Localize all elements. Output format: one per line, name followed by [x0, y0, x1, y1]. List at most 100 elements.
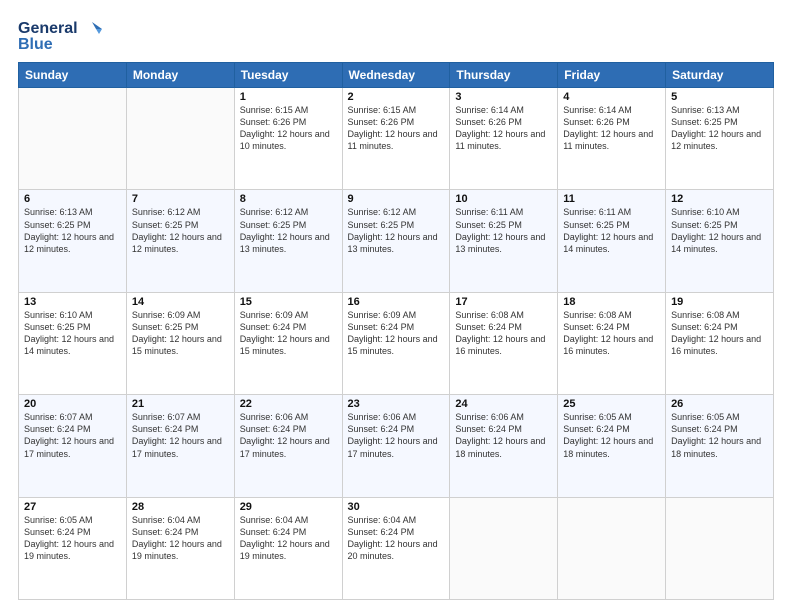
day-info: Sunrise: 6:09 AM Sunset: 6:24 PM Dayligh…: [348, 309, 445, 358]
day-number: 3: [455, 91, 552, 103]
day-number: 9: [348, 193, 445, 205]
day-info: Sunrise: 6:08 AM Sunset: 6:24 PM Dayligh…: [455, 309, 552, 358]
day-info: Sunrise: 6:09 AM Sunset: 6:24 PM Dayligh…: [240, 309, 337, 358]
day-number: 2: [348, 91, 445, 103]
day-info: Sunrise: 6:07 AM Sunset: 6:24 PM Dayligh…: [132, 411, 229, 460]
day-number: 24: [455, 398, 552, 410]
day-number: 7: [132, 193, 229, 205]
day-cell: 28Sunrise: 6:04 AM Sunset: 6:24 PM Dayli…: [126, 497, 234, 599]
day-cell: 5Sunrise: 6:13 AM Sunset: 6:25 PM Daylig…: [666, 88, 774, 190]
week-row-3: 13Sunrise: 6:10 AM Sunset: 6:25 PM Dayli…: [19, 292, 774, 394]
day-cell: [126, 88, 234, 190]
day-info: Sunrise: 6:07 AM Sunset: 6:24 PM Dayligh…: [24, 411, 121, 460]
day-info: Sunrise: 6:08 AM Sunset: 6:24 PM Dayligh…: [671, 309, 768, 358]
day-number: 13: [24, 296, 121, 308]
day-number: 25: [563, 398, 660, 410]
day-info: Sunrise: 6:15 AM Sunset: 6:26 PM Dayligh…: [240, 104, 337, 153]
day-cell: 24Sunrise: 6:06 AM Sunset: 6:24 PM Dayli…: [450, 395, 558, 497]
day-cell: 26Sunrise: 6:05 AM Sunset: 6:24 PM Dayli…: [666, 395, 774, 497]
day-cell: 21Sunrise: 6:07 AM Sunset: 6:24 PM Dayli…: [126, 395, 234, 497]
day-info: Sunrise: 6:10 AM Sunset: 6:25 PM Dayligh…: [24, 309, 121, 358]
col-header-friday: Friday: [558, 63, 666, 88]
day-number: 21: [132, 398, 229, 410]
day-cell: 11Sunrise: 6:11 AM Sunset: 6:25 PM Dayli…: [558, 190, 666, 292]
day-info: Sunrise: 6:04 AM Sunset: 6:24 PM Dayligh…: [132, 514, 229, 563]
week-row-4: 20Sunrise: 6:07 AM Sunset: 6:24 PM Dayli…: [19, 395, 774, 497]
day-number: 1: [240, 91, 337, 103]
day-cell: 4Sunrise: 6:14 AM Sunset: 6:26 PM Daylig…: [558, 88, 666, 190]
day-number: 17: [455, 296, 552, 308]
col-header-monday: Monday: [126, 63, 234, 88]
day-info: Sunrise: 6:11 AM Sunset: 6:25 PM Dayligh…: [455, 206, 552, 255]
day-number: 20: [24, 398, 121, 410]
header: General Blue: [18, 18, 774, 54]
day-number: 15: [240, 296, 337, 308]
week-row-2: 6Sunrise: 6:13 AM Sunset: 6:25 PM Daylig…: [19, 190, 774, 292]
day-cell: 19Sunrise: 6:08 AM Sunset: 6:24 PM Dayli…: [666, 292, 774, 394]
day-info: Sunrise: 6:08 AM Sunset: 6:24 PM Dayligh…: [563, 309, 660, 358]
day-info: Sunrise: 6:13 AM Sunset: 6:25 PM Dayligh…: [24, 206, 121, 255]
day-cell: 1Sunrise: 6:15 AM Sunset: 6:26 PM Daylig…: [234, 88, 342, 190]
day-cell: 10Sunrise: 6:11 AM Sunset: 6:25 PM Dayli…: [450, 190, 558, 292]
day-number: 26: [671, 398, 768, 410]
day-cell: 20Sunrise: 6:07 AM Sunset: 6:24 PM Dayli…: [19, 395, 127, 497]
day-number: 6: [24, 193, 121, 205]
day-cell: 22Sunrise: 6:06 AM Sunset: 6:24 PM Dayli…: [234, 395, 342, 497]
day-cell: 16Sunrise: 6:09 AM Sunset: 6:24 PM Dayli…: [342, 292, 450, 394]
day-number: 11: [563, 193, 660, 205]
col-header-wednesday: Wednesday: [342, 63, 450, 88]
day-number: 4: [563, 91, 660, 103]
day-cell: 13Sunrise: 6:10 AM Sunset: 6:25 PM Dayli…: [19, 292, 127, 394]
day-info: Sunrise: 6:05 AM Sunset: 6:24 PM Dayligh…: [24, 514, 121, 563]
day-info: Sunrise: 6:12 AM Sunset: 6:25 PM Dayligh…: [132, 206, 229, 255]
day-info: Sunrise: 6:11 AM Sunset: 6:25 PM Dayligh…: [563, 206, 660, 255]
day-number: 29: [240, 501, 337, 513]
day-number: 16: [348, 296, 445, 308]
week-row-1: 1Sunrise: 6:15 AM Sunset: 6:26 PM Daylig…: [19, 88, 774, 190]
logo-bird-icon: [80, 18, 102, 40]
logo: General Blue: [18, 18, 102, 54]
day-info: Sunrise: 6:06 AM Sunset: 6:24 PM Dayligh…: [240, 411, 337, 460]
col-header-saturday: Saturday: [666, 63, 774, 88]
day-cell: [450, 497, 558, 599]
day-number: 14: [132, 296, 229, 308]
calendar: SundayMondayTuesdayWednesdayThursdayFrid…: [18, 62, 774, 600]
day-info: Sunrise: 6:06 AM Sunset: 6:24 PM Dayligh…: [348, 411, 445, 460]
col-header-thursday: Thursday: [450, 63, 558, 88]
day-number: 8: [240, 193, 337, 205]
day-info: Sunrise: 6:15 AM Sunset: 6:26 PM Dayligh…: [348, 104, 445, 153]
day-cell: 12Sunrise: 6:10 AM Sunset: 6:25 PM Dayli…: [666, 190, 774, 292]
day-cell: 7Sunrise: 6:12 AM Sunset: 6:25 PM Daylig…: [126, 190, 234, 292]
col-header-tuesday: Tuesday: [234, 63, 342, 88]
day-info: Sunrise: 6:05 AM Sunset: 6:24 PM Dayligh…: [563, 411, 660, 460]
col-header-sunday: Sunday: [19, 63, 127, 88]
day-cell: 14Sunrise: 6:09 AM Sunset: 6:25 PM Dayli…: [126, 292, 234, 394]
day-number: 23: [348, 398, 445, 410]
day-number: 19: [671, 296, 768, 308]
day-number: 5: [671, 91, 768, 103]
day-cell: [19, 88, 127, 190]
week-row-5: 27Sunrise: 6:05 AM Sunset: 6:24 PM Dayli…: [19, 497, 774, 599]
day-info: Sunrise: 6:05 AM Sunset: 6:24 PM Dayligh…: [671, 411, 768, 460]
day-cell: 30Sunrise: 6:04 AM Sunset: 6:24 PM Dayli…: [342, 497, 450, 599]
day-cell: [666, 497, 774, 599]
day-number: 12: [671, 193, 768, 205]
day-number: 22: [240, 398, 337, 410]
day-cell: 29Sunrise: 6:04 AM Sunset: 6:24 PM Dayli…: [234, 497, 342, 599]
day-number: 10: [455, 193, 552, 205]
day-cell: 2Sunrise: 6:15 AM Sunset: 6:26 PM Daylig…: [342, 88, 450, 190]
day-info: Sunrise: 6:13 AM Sunset: 6:25 PM Dayligh…: [671, 104, 768, 153]
day-cell: 27Sunrise: 6:05 AM Sunset: 6:24 PM Dayli…: [19, 497, 127, 599]
day-cell: [558, 497, 666, 599]
day-number: 18: [563, 296, 660, 308]
day-cell: 17Sunrise: 6:08 AM Sunset: 6:24 PM Dayli…: [450, 292, 558, 394]
calendar-header-row: SundayMondayTuesdayWednesdayThursdayFrid…: [19, 63, 774, 88]
day-cell: 6Sunrise: 6:13 AM Sunset: 6:25 PM Daylig…: [19, 190, 127, 292]
day-info: Sunrise: 6:14 AM Sunset: 6:26 PM Dayligh…: [563, 104, 660, 153]
day-cell: 8Sunrise: 6:12 AM Sunset: 6:25 PM Daylig…: [234, 190, 342, 292]
day-number: 30: [348, 501, 445, 513]
logo-text-block: General Blue: [18, 18, 102, 54]
day-number: 28: [132, 501, 229, 513]
day-info: Sunrise: 6:12 AM Sunset: 6:25 PM Dayligh…: [348, 206, 445, 255]
day-info: Sunrise: 6:14 AM Sunset: 6:26 PM Dayligh…: [455, 104, 552, 153]
